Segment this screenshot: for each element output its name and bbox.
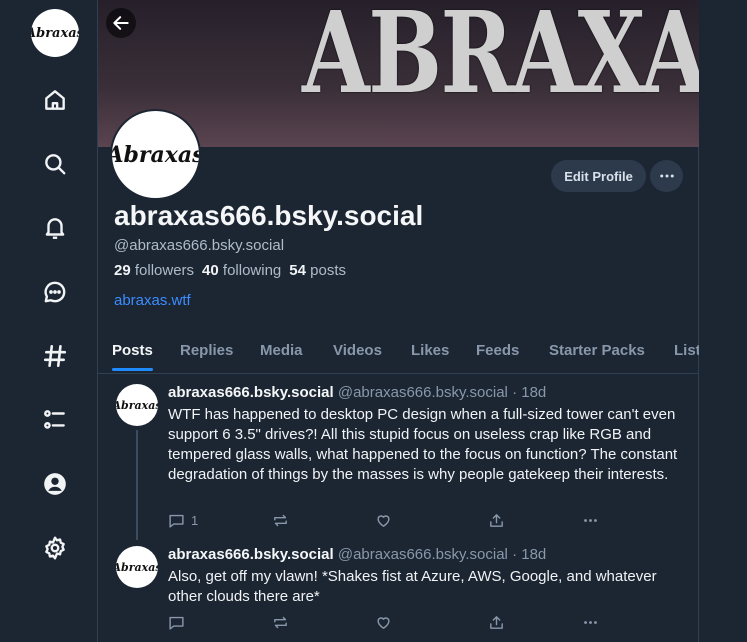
- profile-main: ABRAXAS Abraxas Edit Profile abraxas666.…: [97, 0, 699, 642]
- repost-button[interactable]: [272, 512, 289, 529]
- thread-line: [136, 430, 138, 540]
- post-author-handle: @abraxas666.bsky.social: [337, 546, 508, 563]
- nav-notifications[interactable]: [31, 204, 79, 252]
- tab-starter-packs[interactable]: Starter Packs: [549, 342, 645, 359]
- post-timestamp[interactable]: 18d: [521, 546, 546, 563]
- nav-settings[interactable]: [31, 524, 79, 572]
- reply-icon: [169, 514, 184, 528]
- nav-lists[interactable]: [31, 396, 79, 444]
- active-tab-indicator: [112, 368, 153, 371]
- share-button[interactable]: [488, 512, 505, 529]
- arrow-left-icon: [113, 16, 129, 30]
- following-stat[interactable]: 40 following: [202, 262, 281, 279]
- post-header: abraxas666.bsky.social @abraxas666.bsky.…: [168, 546, 547, 563]
- edit-profile-button[interactable]: Edit Profile: [551, 160, 646, 192]
- post-actions: [168, 614, 608, 634]
- nav-home[interactable]: [31, 76, 79, 124]
- avatar-logo-text: Abraxas: [31, 25, 79, 41]
- share-icon: [490, 616, 503, 629]
- profile-tabs: Posts Replies Media Videos Likes Feeds S…: [98, 330, 699, 374]
- profile-more-button[interactable]: [650, 160, 683, 192]
- tab-replies[interactable]: Replies: [180, 342, 233, 359]
- nav-search[interactable]: [31, 140, 79, 188]
- post-author-name[interactable]: abraxas666.bsky.social: [168, 546, 334, 563]
- share-icon: [490, 514, 503, 527]
- profile-handle: @abraxas666.bsky.social: [114, 237, 285, 254]
- post-actions: 1: [168, 512, 608, 532]
- post-text: WTF has happened to desktop PC design wh…: [168, 406, 678, 483]
- repost-icon: [274, 514, 287, 527]
- tab-lists[interactable]: Lists: [674, 342, 699, 359]
- nav-profile[interactable]: [31, 460, 79, 508]
- post-author-name[interactable]: abraxas666.bsky.social: [168, 384, 334, 401]
- display-name: abraxas666.bsky.social: [114, 200, 424, 231]
- repost-button[interactable]: [272, 614, 289, 631]
- followers-stat[interactable]: 29 followers: [114, 262, 194, 279]
- nav-chat[interactable]: [31, 268, 79, 316]
- post-timestamp[interactable]: 18d: [521, 384, 546, 401]
- sidebar-nav: Abraxas: [0, 0, 97, 642]
- post-more-button[interactable]: [582, 512, 599, 529]
- settings-icon: [45, 536, 65, 560]
- back-button[interactable]: [106, 8, 136, 38]
- reply-count: 1: [191, 513, 199, 528]
- profile-website-link[interactable]: abraxas.wtf: [114, 292, 191, 309]
- nav-avatar[interactable]: Abraxas: [31, 9, 79, 57]
- more-horizontal-icon: [659, 174, 674, 178]
- post-more-button[interactable]: [582, 614, 599, 631]
- profile-icon: [44, 473, 66, 495]
- list-icon: [44, 410, 65, 429]
- heart-icon: [377, 617, 390, 629]
- tab-likes[interactable]: Likes: [411, 342, 449, 359]
- tab-videos[interactable]: Videos: [333, 342, 382, 359]
- more-horizontal-icon: [584, 519, 597, 522]
- avatar-logo-text: Abraxas: [110, 141, 201, 168]
- heart-icon: [377, 515, 390, 527]
- hashtag-icon: [43, 344, 67, 368]
- post-header: abraxas666.bsky.social @abraxas666.bsky.…: [168, 384, 547, 401]
- like-button[interactable]: [375, 614, 392, 631]
- search-icon: [45, 154, 66, 175]
- home-icon: [45, 90, 65, 110]
- reply-button[interactable]: [168, 614, 191, 631]
- profile-avatar[interactable]: Abraxas: [110, 109, 201, 200]
- bell-icon: [45, 218, 65, 239]
- reply-button[interactable]: 1: [168, 512, 198, 529]
- banner-logo-text: ABRAXAS: [302, 0, 699, 119]
- share-button[interactable]: [488, 614, 505, 631]
- like-button[interactable]: [375, 512, 392, 529]
- post-author-handle: @abraxas666.bsky.social: [337, 384, 508, 401]
- repost-icon: [274, 616, 287, 629]
- tab-media[interactable]: Media: [260, 342, 303, 359]
- post-avatar[interactable]: Abraxas: [116, 546, 158, 588]
- tab-feeds[interactable]: Feeds: [476, 342, 519, 359]
- chat-icon: [44, 281, 66, 303]
- profile-stats: 29 followers 40 following 54 posts: [114, 262, 346, 279]
- more-horizontal-icon: [584, 621, 597, 624]
- posts-stat: 54 posts: [289, 262, 346, 279]
- tab-posts[interactable]: Posts: [112, 342, 153, 359]
- nav-feeds[interactable]: [31, 332, 79, 380]
- reply-icon: [169, 616, 184, 630]
- post-text: Also, get off my vlawn! *Shakes fist at …: [168, 568, 657, 605]
- post-avatar[interactable]: Abraxas: [116, 384, 158, 426]
